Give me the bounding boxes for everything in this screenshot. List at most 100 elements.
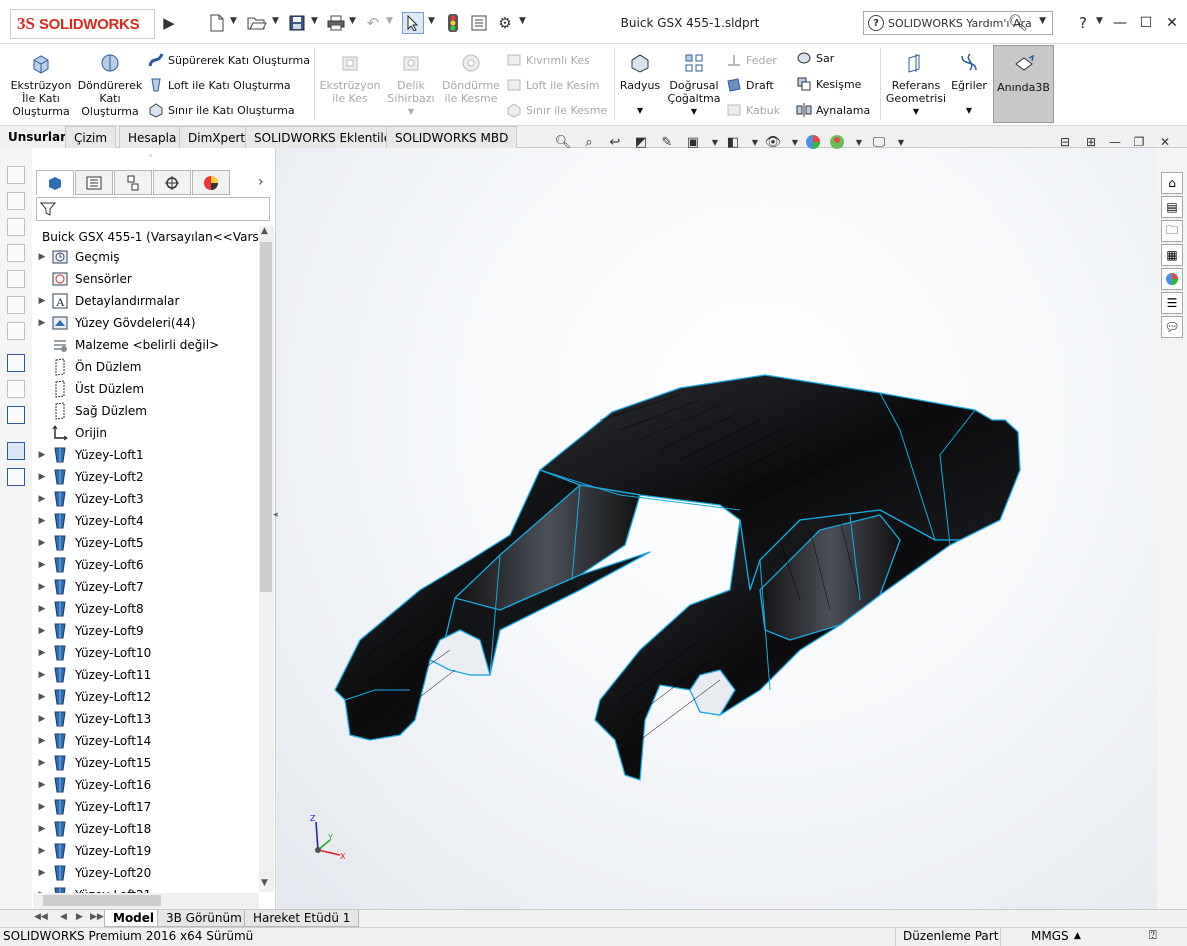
tree-scroll-thumb[interactable]: [260, 242, 272, 592]
tab-motion-study[interactable]: Hareket Etüdü 1: [244, 910, 360, 927]
hide-show-dropdown-icon[interactable]: ▼: [786, 133, 804, 151]
tree-item[interactable]: ▶ Yüzey-Loft3: [33, 488, 259, 510]
zoom-to-fit-icon[interactable]: 🔍︎: [554, 133, 572, 151]
tree-item[interactable]: ▶ Yüzey-Loft13: [33, 708, 259, 730]
appearances-icon[interactable]: [1161, 268, 1183, 290]
tree-expand-icon[interactable]: ▶: [33, 780, 51, 790]
strip-part-icon[interactable]: [7, 442, 25, 460]
featuremanager-tree-icon[interactable]: [36, 170, 74, 195]
curves-button[interactable]: Eğriler ▼: [950, 52, 988, 117]
help-search-input[interactable]: ? SOLIDWORKS Yardım'ı Ara 🔍︎ ▼: [863, 11, 1053, 35]
tree-item[interactable]: ▶ Yüzey-Loft14: [33, 730, 259, 752]
hide-show-icon[interactable]: 👁︎: [764, 133, 782, 151]
boundary-boss-button[interactable]: Sınır ile Katı Oluşturma: [148, 102, 295, 118]
tree-expand-icon[interactable]: ▶: [33, 472, 51, 482]
strip-sweep-icon[interactable]: [7, 244, 25, 262]
scroll-down-icon[interactable]: ▼: [261, 878, 268, 888]
file-properties-icon[interactable]: [468, 12, 490, 34]
intersect-button[interactable]: Kesişme: [796, 76, 861, 92]
help-dropdown-icon[interactable]: ▼: [1096, 16, 1103, 26]
view-settings-monitor-icon[interactable]: 🖵: [870, 133, 888, 151]
view-palette-icon[interactable]: ▦: [1161, 244, 1183, 266]
tab-nav-next-icon[interactable]: ▶: [76, 912, 83, 922]
tree-expand-icon[interactable]: ▶: [33, 692, 51, 702]
tree-expand-icon[interactable]: ▶: [33, 318, 51, 328]
loft-cut-button[interactable]: Loft ile Kesim: [506, 77, 599, 93]
display-manager-icon[interactable]: [192, 170, 230, 195]
tree-item[interactable]: ▶ Yüzey-Loft8: [33, 598, 259, 620]
tree-item[interactable]: ▶ Yüzey-Loft2: [33, 466, 259, 488]
tree-item[interactable]: ▶ Yüzey-Loft11: [33, 664, 259, 686]
help-status-icon[interactable]: ⍰: [1149, 928, 1157, 943]
save-dropdown-icon[interactable]: ▼: [311, 16, 318, 26]
tree-item[interactable]: ▶ Yüzey-Loft12: [33, 686, 259, 708]
tree-expand-icon[interactable]: ▶: [33, 758, 51, 768]
open-folder-icon[interactable]: [246, 12, 268, 34]
print-dropdown-icon[interactable]: ▼: [349, 16, 356, 26]
reference-geometry-button[interactable]: Referans Geometrisi ▼: [884, 52, 948, 118]
tree-item[interactable]: ▶ Yüzey-Loft7: [33, 576, 259, 598]
viewport-restore-icon[interactable]: ❐: [1130, 133, 1148, 151]
curves-dropdown-icon[interactable]: ▼: [950, 104, 988, 117]
design-library-icon[interactable]: ▤: [1161, 196, 1183, 218]
display-style-icon[interactable]: ◧: [724, 133, 742, 151]
search-dropdown-icon[interactable]: ▼: [1039, 16, 1046, 26]
swept-cut-button[interactable]: Kıvrımlı Kes: [506, 52, 590, 68]
tabs-scroll-right-icon[interactable]: ›: [258, 174, 264, 190]
strip-revolve-icon[interactable]: [7, 192, 25, 210]
solidworks-logo[interactable]: 3S SOLIDWORKS: [10, 9, 155, 39]
strip-cut-icon[interactable]: [7, 296, 25, 314]
save-icon[interactable]: [286, 12, 308, 34]
tree-expand-icon[interactable]: ▶: [33, 868, 51, 878]
boundary-cut-button[interactable]: Sınır ile Kesme: [506, 102, 607, 118]
strip-extrude-icon[interactable]: [7, 166, 25, 184]
edit-appearance-icon[interactable]: [804, 133, 822, 151]
strip-boundary-icon[interactable]: [7, 270, 25, 288]
tree-item[interactable]: ▶ A Detaylandırmalar: [33, 290, 259, 312]
apply-scene-dropdown-icon[interactable]: ▼: [850, 133, 868, 151]
tab-nav-last-icon[interactable]: ▶▶: [90, 912, 104, 922]
tree-expand-icon[interactable]: ▶: [33, 604, 51, 614]
shell-button[interactable]: Kabuk: [726, 102, 780, 118]
view-orientation-icon[interactable]: ▣: [684, 133, 702, 151]
tree-expand-icon[interactable]: ▶: [33, 538, 51, 548]
rib-button[interactable]: Feder: [726, 52, 777, 68]
wrap-button[interactable]: Sar: [796, 50, 834, 66]
menu-expand-icon[interactable]: ▶: [158, 12, 180, 34]
dynamic-annotation-icon[interactable]: ✎: [658, 133, 676, 151]
tree-expand-icon[interactable]: ▶: [33, 714, 51, 724]
strip-move-icon[interactable]: [7, 406, 25, 424]
car-body-model[interactable]: X Y Z: [277, 148, 1157, 909]
select-pointer-icon[interactable]: [402, 12, 424, 34]
tree-item[interactable]: ▶ Yüzey-Loft15: [33, 752, 259, 774]
property-manager-icon[interactable]: [75, 170, 113, 195]
tree-item[interactable]: Orijin: [33, 422, 259, 444]
tab-nav-first-icon[interactable]: ◀◀: [34, 912, 48, 922]
linear-pattern-dropdown-icon[interactable]: ▼: [666, 105, 722, 118]
tab-evaluate[interactable]: Hesapla: [119, 126, 186, 148]
forum-icon[interactable]: 💬︎: [1161, 316, 1183, 338]
graphics-area[interactable]: X Y Z: [277, 148, 1157, 909]
tree-item[interactable]: Sensörler: [33, 268, 259, 290]
previous-view-icon[interactable]: ↩: [606, 133, 624, 151]
tree-item[interactable]: ▶ Yüzey-Loft16: [33, 774, 259, 796]
tree-expand-icon[interactable]: ▶: [33, 252, 51, 262]
tab-sketch[interactable]: Çizim: [65, 126, 117, 148]
display-style-dropdown-icon[interactable]: ▼: [746, 133, 764, 151]
extrude-boss-button[interactable]: Ekstrüzyon İle Katı Oluşturma: [8, 52, 74, 118]
tab-model[interactable]: Model: [104, 910, 164, 927]
tree-expand-icon[interactable]: ▶: [33, 736, 51, 746]
tree-expand-icon[interactable]: ▶: [33, 450, 51, 460]
select-dropdown-icon[interactable]: ▼: [428, 16, 435, 26]
custom-properties-icon[interactable]: ☰: [1161, 292, 1183, 314]
tree-item[interactable]: ▶ Yüzey Gövdeleri(44): [33, 312, 259, 334]
tree-expand-icon[interactable]: ▶: [33, 582, 51, 592]
apply-scene-icon[interactable]: [828, 133, 846, 151]
tab-addins[interactable]: SOLIDWORKS Eklentileri: [245, 126, 409, 148]
tree-expand-icon[interactable]: ▶: [33, 846, 51, 856]
tree-expand-icon[interactable]: ▶: [33, 296, 51, 306]
fillet-button[interactable]: Radyus ▼: [618, 52, 662, 117]
strip-sketch-icon[interactable]: [7, 354, 25, 372]
options-dropdown-icon[interactable]: ▼: [519, 16, 526, 26]
strip-assembly-icon[interactable]: [7, 468, 25, 486]
